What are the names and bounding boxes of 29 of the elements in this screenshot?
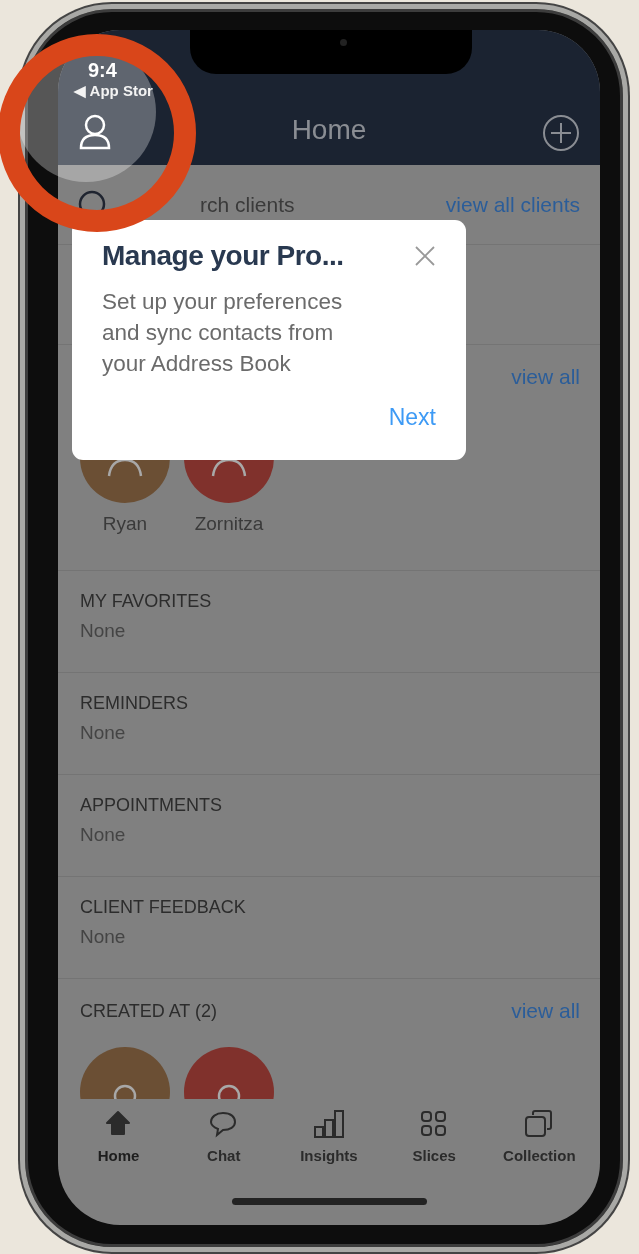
contact-name: Zornitza: [194, 513, 264, 535]
tab-item[interactable]: Slices: [394, 1109, 475, 1164]
chat-bubble-icon: [208, 1109, 239, 1139]
empty-value: None: [80, 722, 127, 744]
tab-item[interactable]: Collection: [499, 1109, 580, 1164]
section-title: REMINDERS: [80, 693, 189, 714]
section-title: CREATED AT (2): [80, 1000, 218, 1022]
stacked-squares-icon: [524, 1109, 555, 1139]
popover-message: Set up your preferences and sync contacts from your Address Book: [102, 288, 344, 378]
profile-icon[interactable]: [78, 114, 112, 150]
add-icon[interactable]: [542, 114, 580, 152]
bar-chart-icon: [313, 1109, 344, 1139]
screen-title: Home: [291, 114, 367, 146]
next-button[interactable]: Next: [388, 404, 436, 431]
tab-item[interactable]: Insights: [288, 1109, 369, 1164]
empty-value: None: [80, 926, 127, 948]
status-time: 9:4: [88, 59, 117, 82]
empty-value: None: [80, 824, 127, 846]
section-title: MY FAVORITES: [80, 591, 213, 612]
section-title: APPOINTMENTS: [80, 795, 223, 816]
search-field[interactable]: rch clients: [200, 192, 295, 217]
back-link[interactable]: ◀ App Stor: [74, 82, 153, 100]
close-icon[interactable]: [414, 245, 436, 267]
tab-item[interactable]: Chat: [183, 1109, 264, 1164]
section-title: CLIENT FEEDBACK: [80, 897, 247, 918]
popover-title: Manage your Pro...: [102, 240, 344, 272]
contact-name: Ryan: [102, 513, 148, 535]
empty-value: None: [80, 620, 127, 642]
tab-item[interactable]: Home: [78, 1109, 159, 1164]
